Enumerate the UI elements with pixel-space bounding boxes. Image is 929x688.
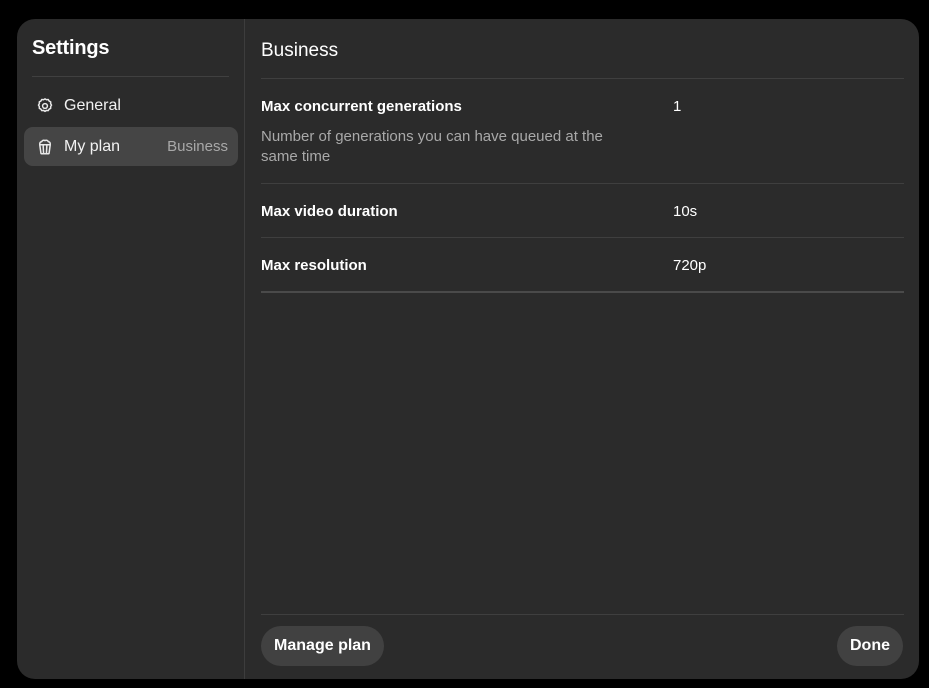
limit-row-resolution: Max resolution 720p [261,238,904,293]
limit-name: Max resolution [261,257,367,274]
limit-value: 720p [673,257,707,274]
limit-row-info: Max video duration [261,184,673,237]
manage-plan-button[interactable]: Manage plan [261,626,384,666]
plan-panel: Business Max concurrent generations Numb… [245,19,919,679]
footer-divider [261,614,904,615]
popcorn-bucket-icon [36,138,54,156]
limit-value: 1 [673,98,682,115]
limit-value: 10s [673,203,698,220]
sidebar-item-label: General [64,96,121,114]
settings-sidebar: Settings General My plan Business [17,19,245,679]
sidebar-divider [32,76,229,77]
gear-icon [36,97,54,115]
done-button[interactable]: Done [837,626,903,666]
limit-row-info: Max concurrent generations Number of gen… [261,79,673,183]
limit-name: Max concurrent generations [261,98,462,115]
limit-row-concurrent-generations: Max concurrent generations Number of gen… [261,79,904,184]
sidebar-title: Settings [32,37,110,59]
sidebar-item-label: My plan [64,137,121,155]
plan-limits-list: Max concurrent generations Number of gen… [261,78,904,293]
limit-name: Max video duration [261,203,398,220]
page-title: Business [261,40,339,61]
sidebar-item-my-plan[interactable]: My plan Business [24,127,238,166]
sidebar-item-general[interactable]: General [24,86,238,125]
plan-badge: Business [167,138,228,155]
settings-nav: General My plan Business [24,86,238,168]
limit-description: Number of generations you can have queue… [261,128,603,165]
limit-row-info: Max resolution [261,238,673,291]
settings-dialog: Settings General My plan Business Busine… [17,19,919,679]
limit-row-video-duration: Max video duration 10s [261,184,904,238]
